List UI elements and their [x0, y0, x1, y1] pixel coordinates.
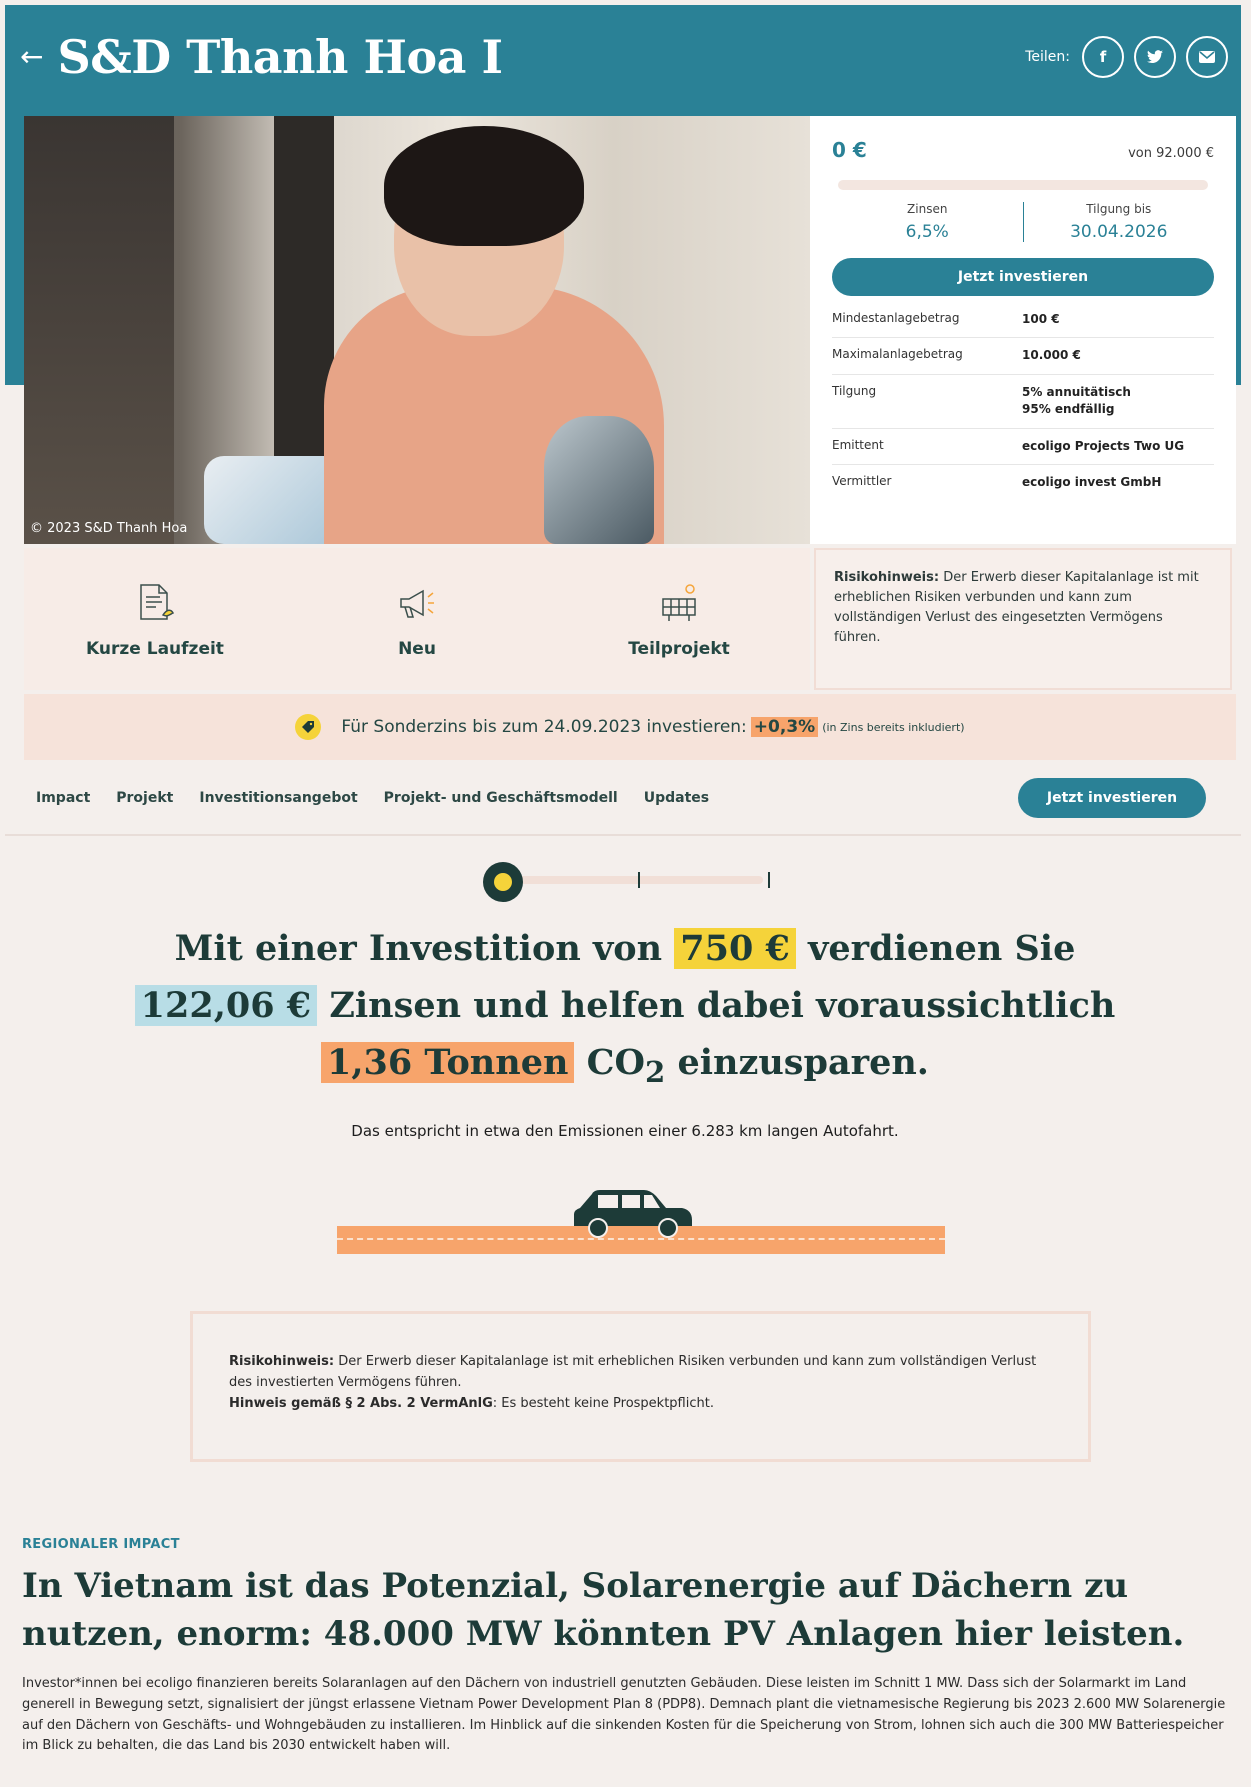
interest-amount: 122,06 € — [134, 985, 318, 1026]
mail-icon — [1199, 51, 1215, 63]
nav-item-investitionsangebot[interactable]: Investitionsangebot — [199, 790, 357, 806]
nav-item-projekt[interactable]: Projekt — [116, 790, 173, 806]
car-icon — [574, 1190, 692, 1238]
facebook-share-button[interactable]: f — [1082, 36, 1124, 78]
headline-text: verdienen Sie — [808, 928, 1076, 969]
solar-panel-icon — [655, 579, 703, 627]
photo-background — [24, 116, 174, 544]
detail-value: 100 € — [1022, 312, 1060, 326]
detail-label: Tilgung — [832, 383, 877, 398]
slider-tick — [638, 872, 640, 888]
megaphone-icon — [393, 579, 441, 627]
back-arrow-icon[interactable]: ← — [20, 43, 43, 71]
photo-iron — [544, 416, 654, 544]
nav-item-updates[interactable]: Updates — [644, 790, 709, 806]
promo-banner: Für Sonderzins bis zum 24.09.2023 invest… — [24, 694, 1236, 760]
project-photo: © 2023 S&D Thanh Hoa — [24, 116, 810, 544]
feature-new: Neu — [286, 548, 548, 690]
facebook-icon: f — [1099, 48, 1107, 66]
detail-value: 5% annuitätisch 95% endfällig — [1022, 384, 1131, 419]
detail-label: Mindestanlagebetrag — [832, 311, 960, 325]
prospectus-hint-text: : Es besteht keine Prospektpflicht. — [492, 1395, 714, 1411]
promo-note: (in Zins bereits inkludiert) — [822, 720, 965, 734]
detail-label: Maximalanlagebetrag — [832, 347, 963, 362]
investment-details: Mindestanlagebetrag 100 € Maximalanlageb… — [832, 302, 1214, 500]
detail-row: Tilgung 5% annuitätisch 95% endfällig — [832, 375, 1214, 429]
risk-notice-2: Risikohinweis: Der Erwerb dieser Kapital… — [190, 1311, 1091, 1462]
twitter-icon — [1147, 50, 1163, 64]
feature-label: Kurze Laufzeit — [86, 639, 224, 659]
feature-row: Kurze Laufzeit Neu Teilprojekt — [24, 548, 810, 690]
detail-value: 10.000 € — [1022, 348, 1081, 363]
feature-short-term: Kurze Laufzeit — [24, 548, 286, 690]
repayment-label: Tilgung bis — [1086, 202, 1152, 216]
impact-paragraph: Investor*innen bei ecoligo finanzieren b… — [22, 1676, 1226, 1754]
document-icon — [131, 579, 179, 627]
headline-text: Mit einer Investition von — [174, 928, 663, 969]
nav-item-geschaeftsmodell[interactable]: Projekt- und Geschäftsmodell — [384, 790, 618, 806]
road-marking — [337, 1238, 945, 1240]
risk-title: Risikohinweis: — [229, 1354, 335, 1369]
co2-subscript: 2 — [644, 1055, 666, 1089]
page-title: S&D Thanh Hoa I — [57, 30, 503, 84]
funding-progress-bar — [838, 180, 1208, 190]
nav-invest-button[interactable]: Jetzt investieren — [1018, 778, 1206, 818]
feature-label: Teilprojekt — [628, 639, 730, 659]
photo-caption: © 2023 S&D Thanh Hoa — [30, 521, 188, 536]
investment-slider[interactable] — [483, 862, 773, 902]
feature-label: Neu — [398, 639, 436, 659]
risk-title: Risikohinweis: — [834, 570, 940, 585]
promo-rate: +0,3% — [750, 717, 819, 737]
slider-tick — [768, 872, 770, 888]
section-eyebrow: REGIONALER IMPACT — [22, 1537, 180, 1552]
risk-text: Der Erwerb dieser Kapitalanlage ist mit … — [229, 1354, 1037, 1390]
funding-goal: von 92.000 € — [1128, 146, 1214, 161]
detail-label: Vermittler — [832, 473, 892, 488]
page-header: ← S&D Thanh Hoa I Teilen: f — [20, 12, 1230, 102]
photo-person-hair — [384, 126, 584, 246]
detail-value-line: 5% annuitätisch — [1022, 384, 1131, 399]
impact-title: In Vietnam ist das Potenzial, Solarenerg… — [22, 1566, 1185, 1654]
detail-row: Mindestanlagebetrag 100 € — [832, 302, 1214, 339]
invested-amount: 0 € — [832, 138, 867, 162]
nav-item-impact[interactable]: Impact — [36, 790, 90, 806]
slider-handle[interactable] — [483, 862, 523, 902]
interest-stat: Zinsen 6,5% — [832, 202, 1023, 242]
twitter-share-button[interactable] — [1134, 36, 1176, 78]
invest-now-button[interactable]: Jetzt investieren — [832, 258, 1214, 296]
headline-text: einzusparen. — [677, 1042, 929, 1083]
investment-card: 0 € von 92.000 € Zinsen 6,5% Tilgung bis… — [810, 116, 1236, 544]
prospectus-hint-title: Hinweis gemäß § 2 Abs. 2 VermAnlG — [229, 1395, 493, 1411]
interest-label: Zinsen — [907, 202, 948, 216]
email-share-button[interactable] — [1186, 36, 1228, 78]
repayment-stat: Tilgung bis 30.04.2026 — [1022, 202, 1215, 242]
interest-value: 6,5% — [905, 222, 949, 242]
co2-amount: 1,36 Tonnen — [321, 1042, 575, 1083]
impact-calculator-headline: Mit einer Investition von 750 € verdiene… — [120, 920, 1130, 1101]
detail-value-line: 95% endfällig — [1022, 402, 1115, 417]
detail-label: Emittent — [832, 437, 884, 452]
detail-row: Maximalanlagebetrag 10.000 € — [832, 338, 1214, 375]
detail-row: Vermittler ecoligo invest GmbH — [832, 465, 1214, 500]
promo-text: Für Sonderzins bis zum 24.09.2023 invest… — [341, 717, 747, 737]
slider-track[interactable] — [503, 876, 763, 884]
co2-text: CO — [586, 1042, 645, 1083]
repayment-value: 30.04.2026 — [1070, 222, 1168, 242]
tag-icon — [295, 714, 322, 740]
risk-notice: Risikohinweis: Der Erwerb dieser Kapital… — [814, 548, 1232, 690]
section-divider — [5, 834, 1241, 836]
headline-text: Zinsen und helfen dabei voraussichtlich — [329, 985, 1116, 1026]
emission-equivalent: Das entspricht in etwa den Emissionen ei… — [351, 1122, 899, 1140]
share-label: Teilen: — [1025, 49, 1070, 65]
section-nav: Impact Projekt Investitionsangebot Proje… — [24, 770, 1236, 826]
investment-amount: 750 € — [674, 928, 796, 969]
photo-garment — [204, 456, 344, 544]
detail-row: Emittent ecoligo Projects Two UG — [832, 429, 1214, 465]
share-bar: Teilen: f — [1025, 36, 1228, 78]
co2-label: CO2 — [586, 1042, 666, 1089]
feature-subproject: Teilprojekt — [548, 548, 810, 690]
detail-value: ecoligo invest GmbH — [1022, 474, 1162, 489]
detail-value: ecoligo Projects Two UG — [1022, 438, 1185, 453]
